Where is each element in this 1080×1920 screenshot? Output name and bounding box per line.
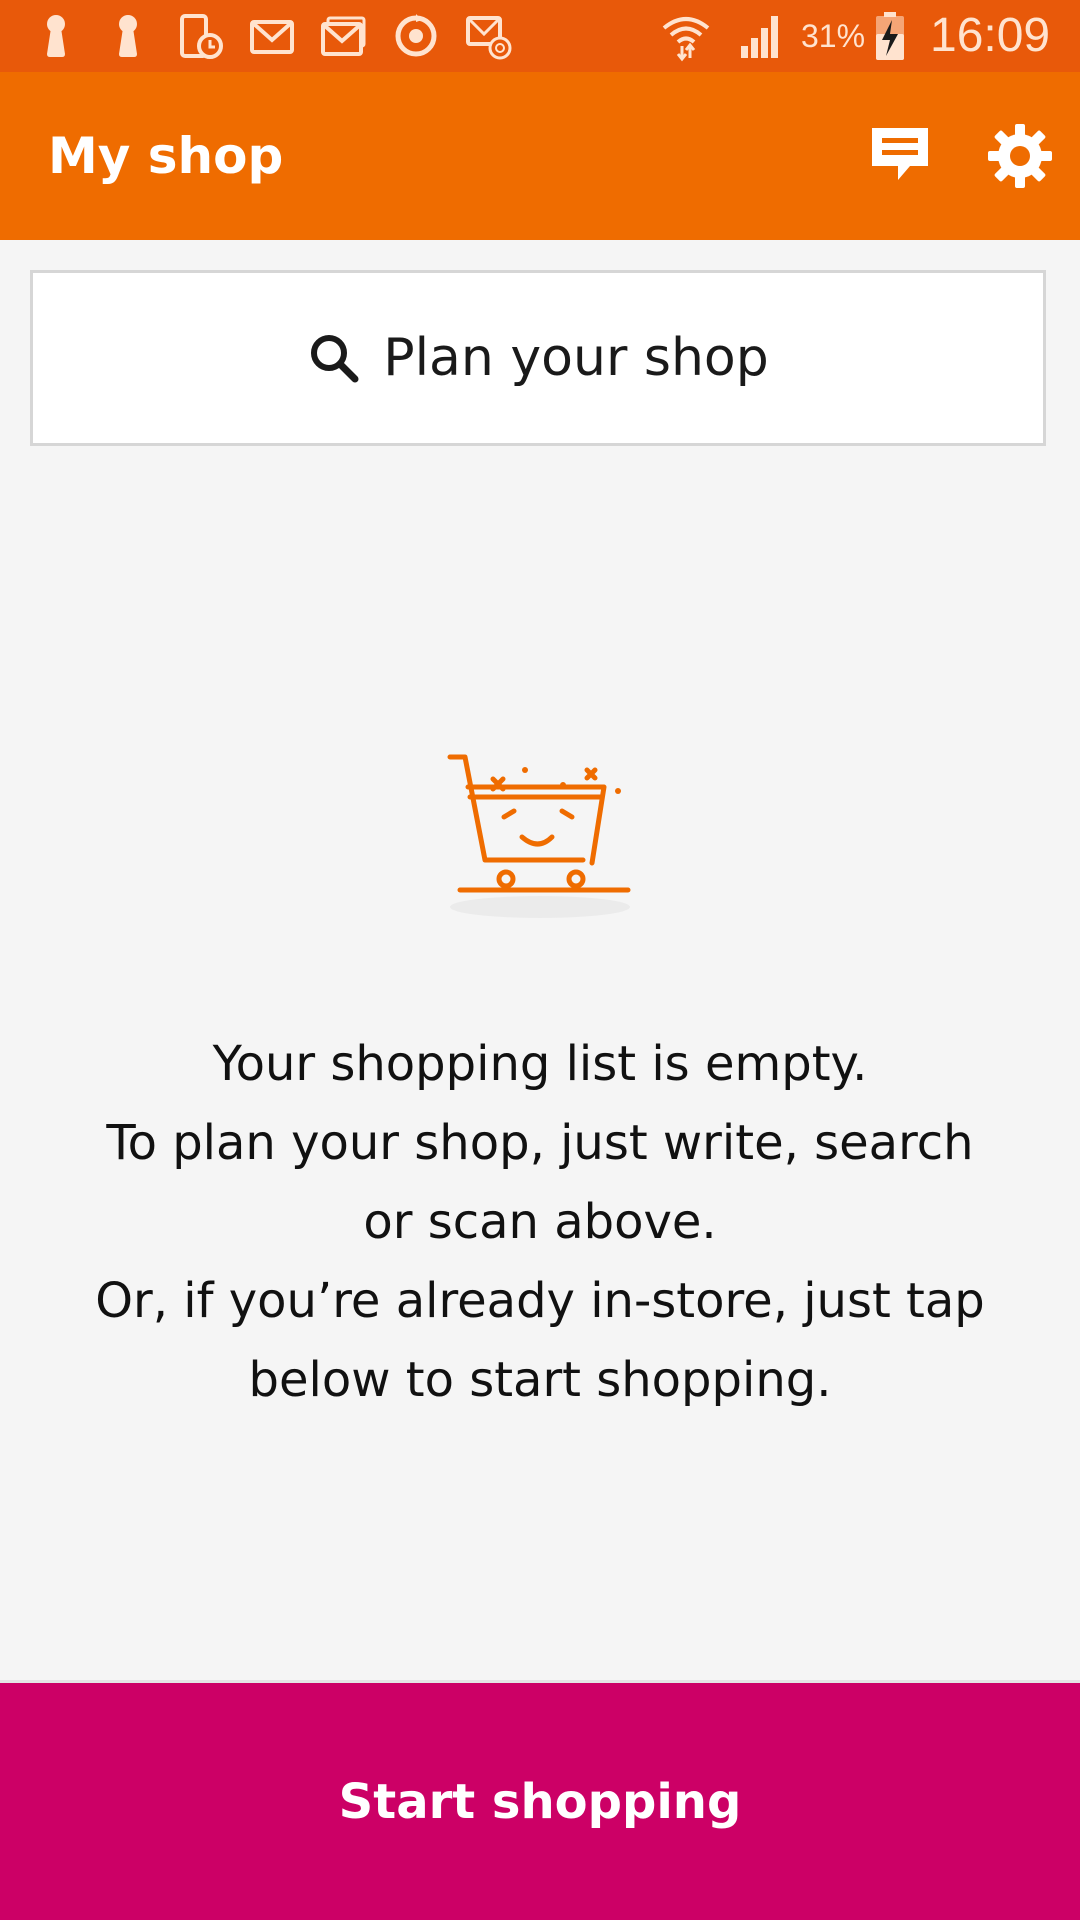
status-bar: 31% 16:09 <box>0 0 1080 72</box>
signal-icon <box>735 10 787 62</box>
wifi-icon <box>660 10 712 62</box>
plan-your-shop-search[interactable]: Plan your shop <box>30 270 1046 446</box>
empty-list-message: Your shopping list is empty. To plan you… <box>40 1025 1040 1420</box>
empty-message-line: Your shopping list is empty. <box>212 1036 868 1092</box>
shopping-cart-illustration <box>440 735 640 925</box>
empty-message-line: To plan your shop, just write, search <box>106 1115 974 1171</box>
app-bar: My shop <box>0 72 1080 240</box>
clock: 16:09 <box>930 9 1051 62</box>
phone-clock-icon <box>174 10 226 62</box>
keyhole-icon <box>30 10 82 62</box>
page-title: My shop <box>48 127 284 185</box>
gmail-stack-icon <box>318 10 370 62</box>
empty-message-line: or scan above. <box>363 1194 717 1250</box>
search-label: Plan your shop <box>383 328 769 388</box>
settings-icon[interactable] <box>984 120 1056 192</box>
start-shopping-button[interactable]: Start shopping <box>0 1683 1080 1920</box>
gmail-icon <box>246 10 298 62</box>
search-icon <box>307 331 361 385</box>
message-icon[interactable] <box>864 120 936 192</box>
keyhole-icon <box>102 10 154 62</box>
battery-percent: 31% <box>801 18 866 54</box>
battery-charging-icon <box>870 10 910 62</box>
empty-message-line: Or, if you’re already in-store, just tap <box>95 1273 985 1329</box>
email-at-icon <box>462 10 514 62</box>
sync-icon <box>390 10 442 62</box>
empty-message-line: below to start shopping. <box>248 1352 832 1408</box>
